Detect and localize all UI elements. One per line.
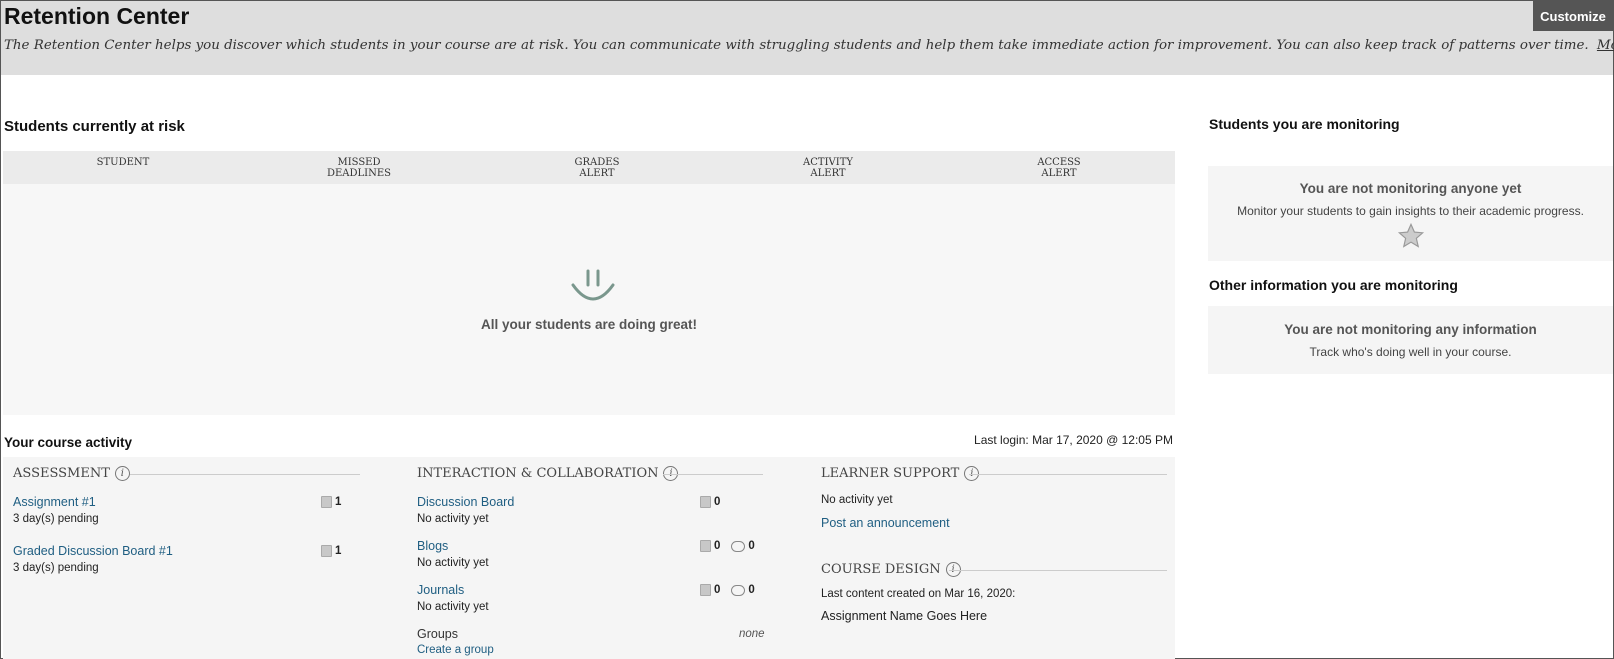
- customize-button[interactable]: Customize: [1533, 1, 1613, 31]
- last-login: Last login: Mar 17, 2020 @ 12:05 PM: [974, 433, 1173, 447]
- course-design-header: COURSE DESIGN i: [821, 562, 961, 577]
- learner-support-label: LEARNER SUPPORT: [821, 466, 960, 481]
- info-empty-text: Track who's doing well in your course.: [1309, 345, 1512, 359]
- page-description: The Retention Center helps you discover …: [4, 38, 1614, 53]
- groups-label: Groups: [417, 627, 458, 641]
- column-access-alert[interactable]: ACCESS ALERT: [1009, 157, 1109, 179]
- divider: [130, 474, 360, 475]
- last-content-name: Assignment Name Goes Here: [821, 609, 988, 623]
- all-great-message: All your students are doing great!: [480, 317, 698, 332]
- interaction-item-count: 0: [700, 496, 720, 508]
- info-icon[interactable]: i: [114, 466, 130, 481]
- interaction-item-link[interactable]: Discussion Board: [417, 495, 514, 509]
- comment-icon: [731, 540, 746, 552]
- learner-support-status: No activity yet: [821, 494, 893, 506]
- assessment-item-status: 3 day(s) pending: [13, 513, 99, 525]
- divider: [663, 474, 763, 475]
- students-empty-text: Monitor your students to gain insights t…: [1237, 204, 1584, 218]
- interaction-item-count: 0 0: [700, 540, 755, 552]
- info-monitoring-title: Other information you are monitoring: [1209, 277, 1458, 293]
- at-risk-title: Students currently at risk: [4, 118, 185, 135]
- interaction-item-link[interactable]: Blogs: [417, 539, 448, 553]
- retention-header: Retention Center The Retention Center he…: [1, 1, 1614, 75]
- smiley-icon: [571, 269, 615, 301]
- column-student[interactable]: STUDENT: [73, 157, 173, 168]
- at-risk-table-header: STUDENT MISSED DEADLINES GRADES ALERT ACTI…: [3, 151, 1175, 184]
- assessment-item-link[interactable]: Graded Discussion Board #1: [13, 544, 173, 558]
- interaction-item-status: No activity yet: [417, 557, 489, 569]
- interaction-label: INTERACTION & COLLABORATION: [417, 466, 659, 481]
- students-monitoring-title: Students you are monitoring: [1209, 116, 1400, 132]
- divider: [949, 570, 1167, 571]
- divider: [969, 474, 1167, 475]
- course-activity-title: Your course activity: [4, 435, 133, 450]
- learner-support-header: LEARNER SUPPORT i: [821, 466, 980, 481]
- assessment-item-count: 1: [321, 496, 341, 508]
- students-monitoring-box: You are not monitoring anyone yet Monito…: [1208, 166, 1613, 261]
- assessment-item-count: 1: [321, 545, 341, 557]
- interaction-header: INTERACTION & COLLABORATION i: [417, 466, 679, 481]
- comment-icon: [731, 584, 746, 596]
- interaction-item-count: 0 0: [700, 584, 755, 596]
- column-missed-deadlines[interactable]: MISSED DEADLINES: [309, 157, 409, 179]
- document-icon: [321, 545, 332, 557]
- assessment-item-link[interactable]: Assignment #1: [13, 495, 96, 509]
- document-icon: [700, 496, 711, 508]
- at-risk-table: STUDENT MISSED DEADLINES GRADES ALERT ACTI…: [3, 151, 1175, 415]
- info-empty-heading: You are not monitoring any information: [1284, 322, 1537, 337]
- document-icon: [700, 540, 711, 552]
- assessment-item-status: 3 day(s) pending: [13, 562, 99, 574]
- last-content-created: Last content created on Mar 16, 2020:: [821, 588, 1016, 600]
- column-activity-alert[interactable]: ACTIVITY ALERT: [778, 157, 878, 179]
- info-monitoring-box: You are not monitoring any information T…: [1208, 306, 1613, 374]
- description-text: The Retention Center helps you discover …: [4, 38, 1589, 53]
- create-group-link[interactable]: Create a group: [417, 644, 494, 656]
- star-icon[interactable]: [1397, 222, 1425, 250]
- assessment-label: ASSESSMENT: [13, 466, 110, 481]
- interaction-item-status: No activity yet: [417, 601, 489, 613]
- course-design-label: COURSE DESIGN: [821, 562, 941, 577]
- assessment-header: ASSESSMENT i: [13, 466, 130, 481]
- students-empty-heading: You are not monitoring anyone yet: [1299, 181, 1522, 196]
- document-icon: [700, 584, 711, 596]
- post-announcement-link[interactable]: Post an announcement: [821, 516, 950, 530]
- interaction-item-link[interactable]: Journals: [417, 583, 464, 597]
- column-grades-alert[interactable]: GRADES ALERT: [547, 157, 647, 179]
- course-activity-panel: ASSESSMENT i Assignment #1 3 day(s) pend…: [3, 457, 1175, 659]
- interaction-item-status: No activity yet: [417, 513, 489, 525]
- document-icon: [321, 496, 332, 508]
- groups-value: none: [739, 628, 765, 640]
- more-help-link[interactable]: More Help: [1597, 38, 1614, 53]
- page-title: Retention Center: [4, 3, 190, 29]
